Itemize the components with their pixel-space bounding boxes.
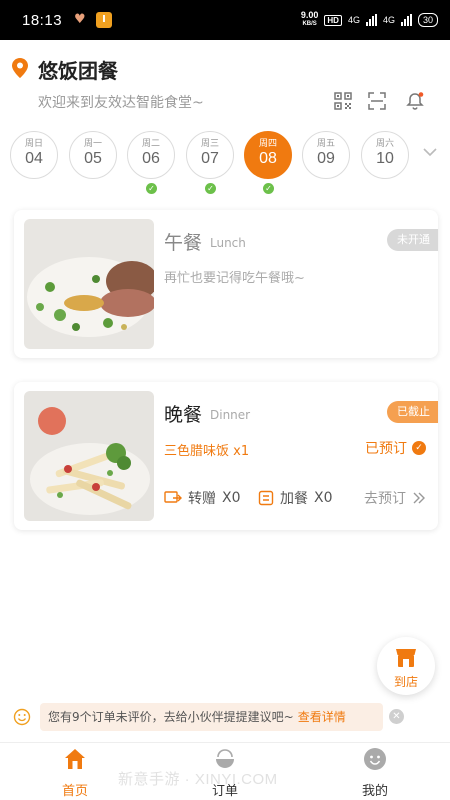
chevron-down-icon[interactable] bbox=[422, 146, 438, 158]
date-number: 04 bbox=[25, 150, 43, 167]
booked-label: 已预订 bbox=[365, 441, 407, 457]
dinner-title: 晚餐 bbox=[164, 404, 203, 426]
notice-box: 您有9个订单未评价，去给小伙伴提提建议吧~ 查看详情 bbox=[40, 703, 383, 731]
transfer-label: 转赠 bbox=[188, 491, 216, 507]
dinner-dish: 三色腊味饭 x1 bbox=[164, 444, 250, 459]
review-notice: 您有9个订单未评价，去给小伙伴提提建议吧~ 查看详情 ✕ bbox=[10, 703, 415, 731]
date-item-fri[interactable]: 周五 09 bbox=[302, 131, 350, 179]
network-4g-b: 4G bbox=[382, 15, 395, 25]
dinner-photo bbox=[24, 391, 154, 521]
network-speed-value: 9.00 bbox=[300, 10, 319, 20]
date-item-sat[interactable]: 周六 10 bbox=[361, 131, 409, 179]
lunch-title: 午餐 bbox=[164, 232, 203, 254]
welcome-text: 欢迎来到友效达智能食堂~ bbox=[38, 95, 204, 111]
scan-icon[interactable] bbox=[368, 92, 386, 110]
date-weekday: 周日 bbox=[24, 139, 43, 149]
smile-icon bbox=[13, 708, 31, 726]
date-number: 09 bbox=[317, 150, 335, 167]
date-weekday: 周三 bbox=[200, 139, 219, 149]
watermark-text: 新意手游 · XINYI.COM bbox=[118, 771, 278, 788]
dinner-status-badge: 已截止 bbox=[387, 401, 438, 423]
check-circle-icon: ✓ bbox=[412, 441, 426, 455]
status-bar: 18:13 ♥ I 9.00 KB/S HD 4G 4G 30 bbox=[0, 0, 450, 40]
status-time: 18:13 bbox=[22, 11, 63, 29]
view-details-link[interactable]: 查看详情 bbox=[298, 710, 346, 724]
transfer-button[interactable]: 转赠 X0 bbox=[164, 488, 241, 508]
nav-mine-label: 我的 bbox=[361, 784, 388, 799]
date-weekday: 周四 bbox=[258, 139, 277, 149]
network-4g-a: 4G bbox=[347, 15, 360, 25]
date-weekday: 周五 bbox=[316, 139, 335, 149]
booked-status: 已预订 ✓ bbox=[365, 438, 426, 458]
location-pin-icon bbox=[12, 58, 28, 78]
date-weekday: 周六 bbox=[375, 139, 394, 149]
date-item-sun[interactable]: 周日 04 bbox=[10, 131, 58, 179]
dinner-card[interactable]: 晚餐 Dinner 已截止 三色腊味饭 x1 已预订 ✓ 转赠 X0 加餐 X0… bbox=[14, 382, 438, 530]
qr-code-icon[interactable] bbox=[334, 92, 352, 110]
lunch-title-en: Lunch bbox=[210, 236, 246, 250]
add-meal-label: 加餐 bbox=[280, 491, 308, 507]
date-weekday: 周一 bbox=[83, 139, 102, 149]
close-icon[interactable]: ✕ bbox=[389, 709, 404, 724]
date-number: 05 bbox=[84, 150, 102, 167]
date-number: 08 bbox=[259, 150, 277, 167]
booked-check-icon: ✓ bbox=[146, 183, 157, 194]
network-speed: 9.00 KB/S bbox=[301, 11, 319, 29]
lunch-subtitle: 再忙也要记得吃午餐哦~ bbox=[164, 271, 305, 286]
dinner-title-en: Dinner bbox=[210, 408, 251, 422]
date-item-mon[interactable]: 周一 05 bbox=[69, 131, 117, 179]
status-right: 9.00 KB/S HD 4G 4G 30 bbox=[301, 11, 438, 29]
double-chevron-right-icon bbox=[413, 492, 425, 504]
lunch-status-badge: 未开通 bbox=[387, 229, 438, 251]
booked-check-icon: ✓ bbox=[205, 183, 216, 194]
battery-icon: 30 bbox=[417, 13, 438, 27]
network-speed-unit: KB/S bbox=[302, 21, 317, 27]
date-number: 06 bbox=[142, 150, 160, 167]
date-number: 07 bbox=[201, 150, 219, 167]
store-label: 到店 bbox=[393, 675, 418, 689]
transfer-count: X0 bbox=[222, 490, 241, 506]
status-left-icons: ♥ I bbox=[74, 12, 113, 28]
date-item-tue[interactable]: 周二 06 bbox=[127, 131, 175, 179]
store-icon bbox=[396, 649, 416, 667]
go-book-label: 去预订 bbox=[364, 491, 406, 507]
nav-mine[interactable]: 我的 bbox=[330, 743, 420, 800]
signal-icon-a bbox=[365, 14, 377, 26]
health-app-icon: ♥ bbox=[74, 12, 86, 27]
app-notification-icon: I bbox=[96, 12, 113, 28]
add-meal-button[interactable]: 加餐 X0 bbox=[258, 488, 333, 508]
go-book-button[interactable]: 去预订 bbox=[364, 488, 426, 508]
add-meal-count: X0 bbox=[314, 490, 333, 506]
home-icon bbox=[65, 749, 85, 769]
add-meal-icon bbox=[258, 490, 274, 506]
lunch-photo bbox=[24, 219, 154, 349]
date-selector: 周日 04 周一 05 周二 06 ✓ 周三 07 ✓ 周四 08 ✓ 周五 0… bbox=[0, 128, 450, 196]
nav-home[interactable]: 首页 bbox=[30, 743, 120, 800]
booked-check-icon: ✓ bbox=[263, 183, 274, 194]
date-item-thu[interactable]: 周四 08 bbox=[244, 131, 292, 179]
date-weekday: 周二 bbox=[141, 139, 160, 149]
notice-text: 您有9个订单未评价，去给小伙伴提提建议吧~ bbox=[48, 710, 294, 724]
date-item-wed[interactable]: 周三 07 bbox=[186, 131, 234, 179]
signal-icon-b bbox=[400, 14, 412, 26]
transfer-icon bbox=[164, 491, 182, 503]
shop-name[interactable]: 悠饭团餐 bbox=[38, 55, 118, 84]
profile-face-icon bbox=[364, 748, 386, 770]
hd-indicator: HD bbox=[324, 14, 342, 26]
date-number: 10 bbox=[376, 150, 394, 167]
store-button[interactable]: 到店 bbox=[377, 637, 435, 695]
lunch-card[interactable]: 午餐 Lunch 未开通 再忙也要记得吃午餐哦~ bbox=[14, 210, 438, 358]
nav-home-label: 首页 bbox=[61, 784, 88, 799]
bell-icon[interactable] bbox=[406, 92, 424, 110]
